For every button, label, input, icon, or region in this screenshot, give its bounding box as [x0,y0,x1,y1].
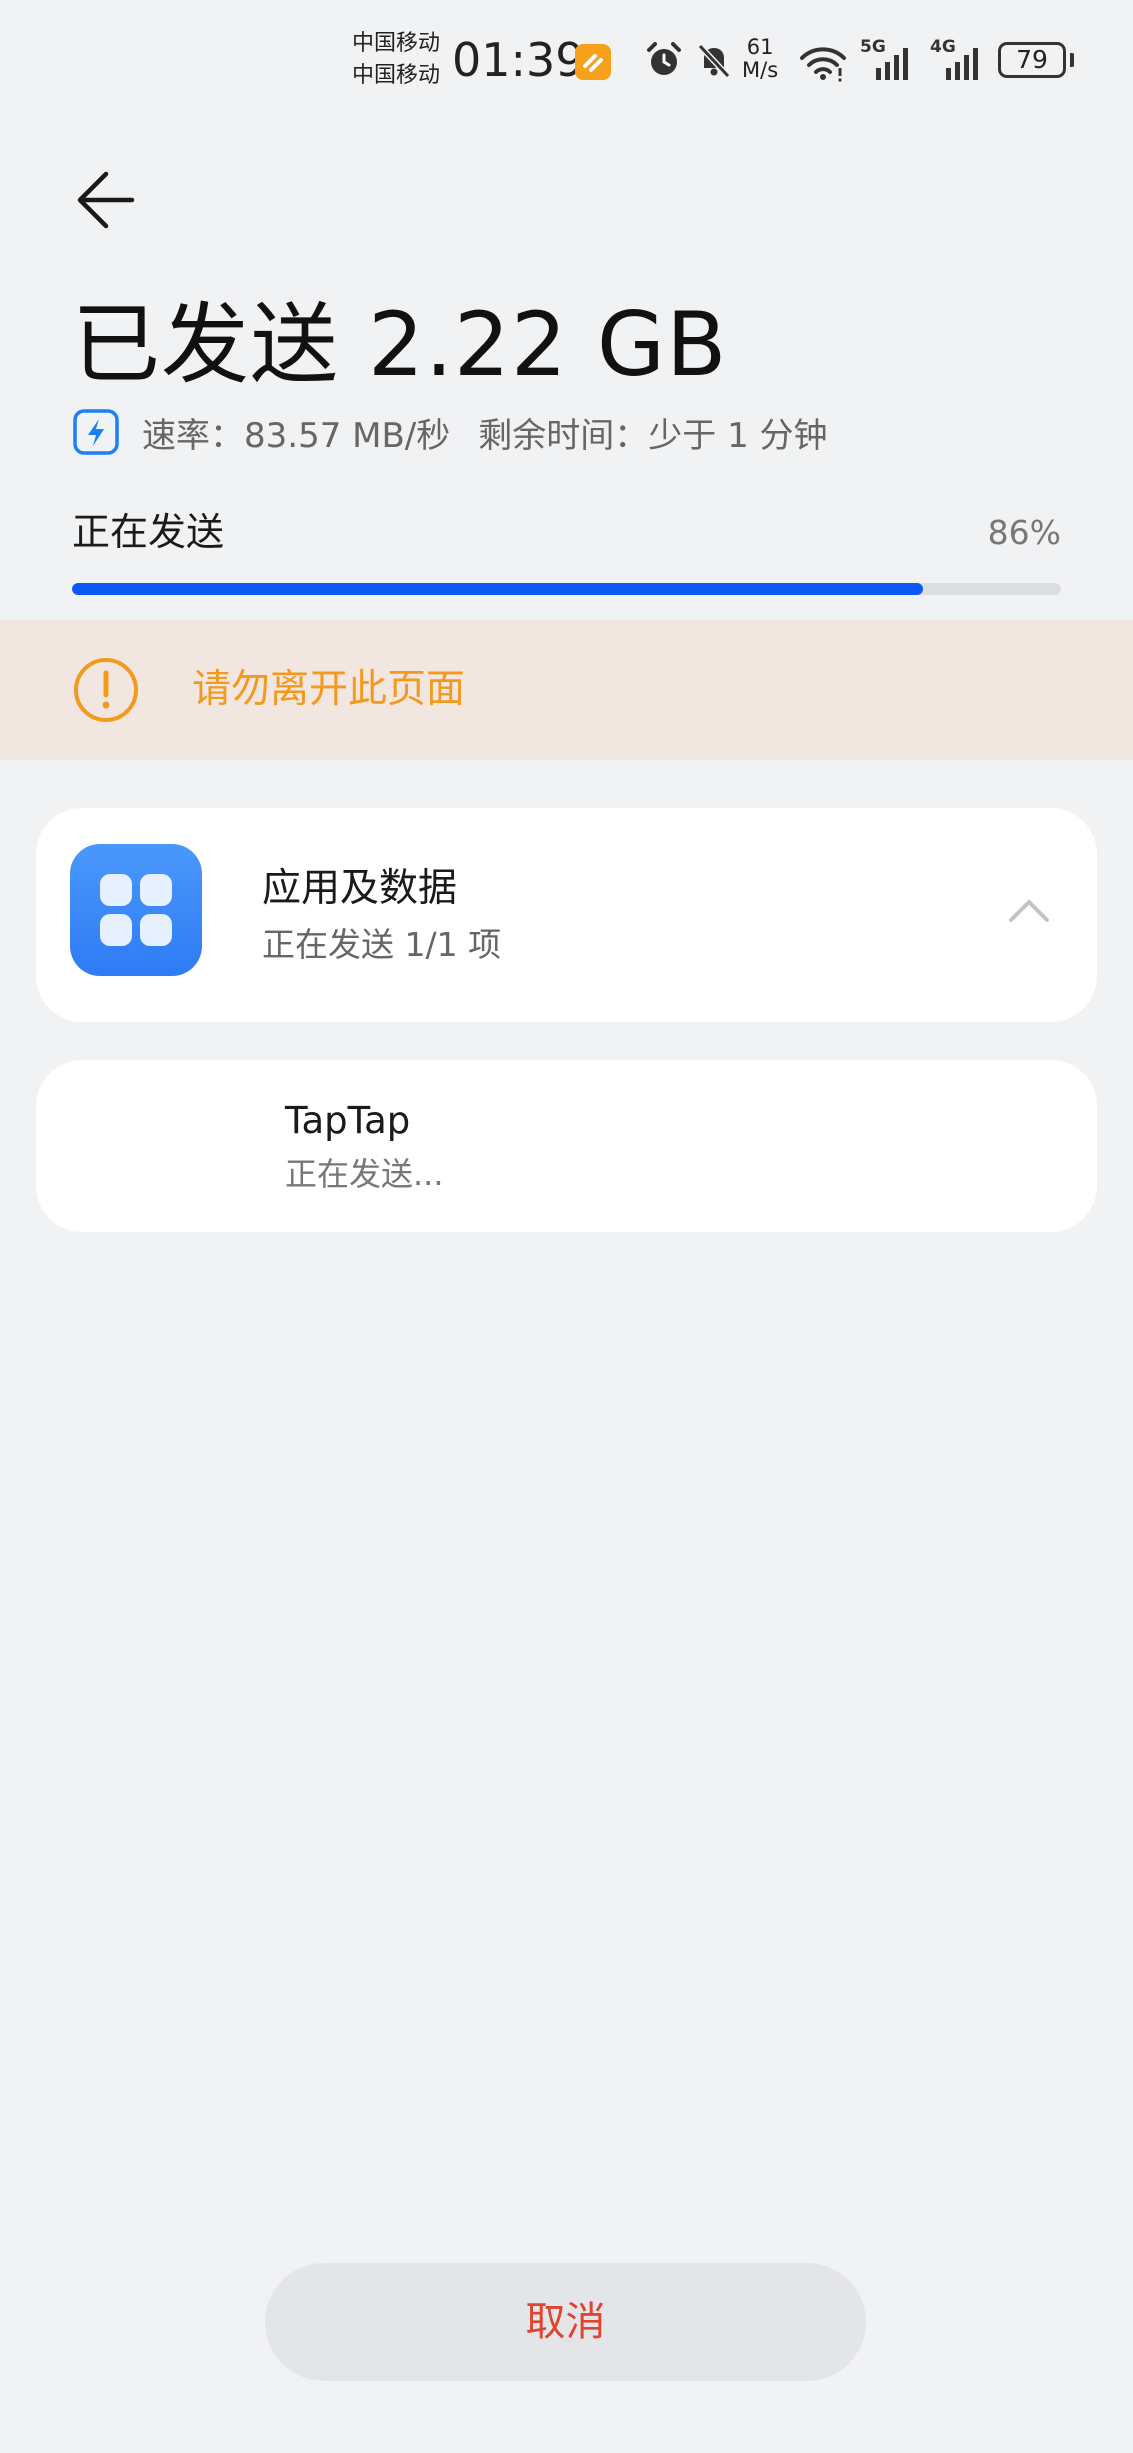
warning-banner: 请勿离开此页面 [0,620,1133,760]
transfer-info: 速率：83.57 MB/秒 剩余时间：少于 1 分钟 [72,408,828,456]
status-time: 01:39 [452,33,585,87]
progress-label: 正在发送 [72,510,225,554]
back-button[interactable] [60,160,156,256]
carrier-labels: 中国移动 中国移动 [352,28,440,92]
lightning-icon [73,409,119,455]
signal-5g-icon: 5G [860,38,914,82]
notification-app-icon [575,44,611,80]
arrow-left-icon [77,171,135,229]
battery-cap [1070,53,1074,67]
page-title: 已发送 2.22 GB [72,293,728,396]
transfer-rate: 速率：83.57 MB/秒 [142,415,451,456]
category-title: 应用及数据 [262,866,458,911]
item-status: 正在发送... [285,1155,444,1193]
signal-bars-1 [876,48,908,80]
app-grid-cell [100,914,132,946]
app-grid-cell [140,874,172,906]
category-card-apps[interactable]: 应用及数据 正在发送 1/1 项 [36,808,1097,1022]
progress-fill [72,583,923,595]
network-speed: 61 M/s [742,36,778,82]
remaining-time: 剩余时间：少于 1 分钟 [478,415,828,456]
app-grid-cell [140,914,172,946]
progress-percent: 86% [987,513,1061,552]
alarm-icon [647,42,681,75]
item-name: TapTap [285,1099,411,1142]
app-grid-cell [100,874,132,906]
cancel-button[interactable]: 取消 [265,2263,866,2381]
list-item: TapTap 正在发送... [36,1060,1097,1232]
wifi-icon [800,47,846,82]
exclamation-circle-icon [74,658,138,722]
chevron-up-icon[interactable] [997,880,1061,944]
signal-4g-icon: 4G [930,38,984,82]
carrier-2: 中国移动 [352,63,441,88]
bell-muted-icon [697,43,731,79]
category-subtitle: 正在发送 1/1 项 [262,925,502,964]
carrier-1: 中国移动 [352,31,441,56]
battery-icon: 79 [998,42,1066,78]
app-grid-icon [70,844,202,976]
network-speed-value: 61 [746,35,774,59]
network-speed-unit: M/s [742,58,779,82]
signal-bars-2 [946,48,978,80]
warning-text: 请勿离开此页面 [192,667,466,712]
progress-bar [72,583,1061,595]
status-bar: 中国移动 中国移动 01:39 61 M/s 5G 4G 79 [0,0,1133,120]
